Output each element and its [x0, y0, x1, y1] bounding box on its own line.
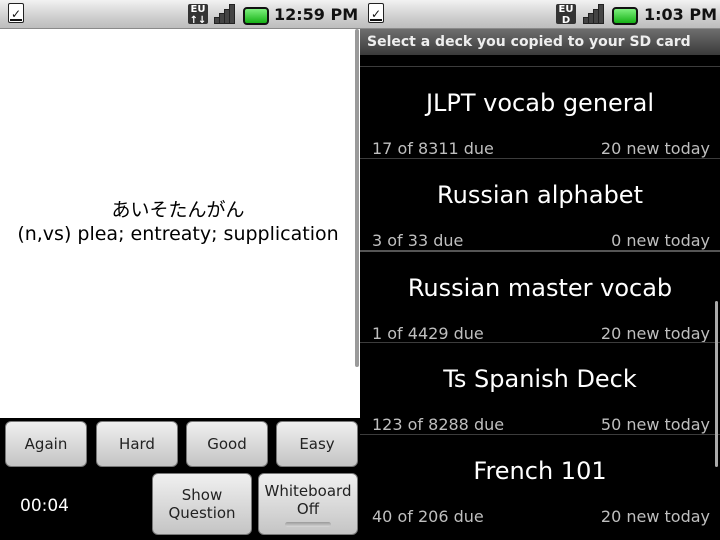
good-button[interactable]: Good	[186, 421, 268, 467]
deck-due-count: 17 of 8311 due	[372, 139, 494, 158]
deck-due-count: 3 of 33 due	[372, 231, 464, 250]
eu-sub-label: D	[561, 15, 571, 26]
deck-item[interactable]: Russian master vocab 1 of 4429 due 20 ne…	[360, 250, 720, 343]
again-button[interactable]: Again	[5, 421, 87, 467]
deck-name: Russian alphabet	[437, 181, 643, 209]
deck-new-count: 20 new today	[600, 324, 710, 343]
clock: 1:03 PM	[644, 5, 718, 24]
signal-icon	[214, 4, 236, 24]
whiteboard-toggle-button[interactable]: Whiteboard Off	[258, 473, 358, 535]
deck-list[interactable]: JLPT vocab general 17 of 8311 due 20 new…	[360, 55, 720, 540]
card-question: あいそたんがん	[111, 199, 245, 221]
show-question-label-line1: Show	[181, 486, 223, 504]
notification-download-icon: ✓	[368, 3, 384, 23]
status-bar: ✓ EU D 1:03 PM	[360, 0, 720, 29]
deck-item[interactable]: French 101 40 of 206 due 20 new today	[360, 434, 720, 526]
battery-icon	[612, 7, 638, 25]
deck-new-count: 20 new today	[600, 507, 710, 526]
eu-label: EU	[190, 4, 206, 15]
hard-button[interactable]: Hard	[96, 421, 178, 467]
flashcard[interactable]: あいそたんがん (n,vs) plea; entreaty; supplicat…	[0, 29, 360, 418]
deck-name: French 101	[473, 457, 607, 485]
signal-icon	[583, 4, 605, 24]
eu-network-icon: EU ↑↓	[188, 4, 208, 26]
deck-name: Ts Spanish Deck	[443, 365, 637, 393]
deck-item[interactable]: Russian alphabet 3 of 33 due 0 new today	[360, 158, 720, 250]
easy-button[interactable]: Easy	[276, 421, 358, 467]
deck-item[interactable]: JLPT vocab general 17 of 8311 due 20 new…	[360, 66, 720, 158]
list-scrollbar[interactable]	[715, 301, 718, 467]
show-question-label-line2: Question	[168, 504, 236, 522]
whiteboard-state: Off	[296, 499, 320, 518]
eu-label: EU	[558, 4, 574, 15]
status-bar: ✓ EU ↑↓ 12:59 PM	[0, 0, 360, 29]
deck-new-count: 20 new today	[600, 139, 710, 158]
deck-due-count: 123 of 8288 due	[372, 415, 505, 434]
clock: 12:59 PM	[274, 5, 359, 24]
deck-due-count: 40 of 206 due	[372, 507, 484, 526]
dialog-title: Select a deck you copied to your SD card	[360, 29, 720, 55]
deck-due-count: 1 of 4429 due	[372, 324, 484, 343]
deck-new-count: 50 new today	[600, 415, 710, 434]
deck-item[interactable]: Ts Spanish Deck 123 of 8288 due 50 new t…	[360, 342, 720, 434]
deck-name: JLPT vocab general	[425, 89, 655, 117]
elapsed-timer: 00:04	[20, 496, 69, 516]
deck-name: Russian master vocab	[407, 274, 673, 302]
study-screen: ✓ EU ↑↓ 12:59 PM あいそたんがん (n,vs) plea; en…	[0, 0, 360, 540]
card-answer: (n,vs) plea; entreaty; supplication	[17, 223, 339, 245]
whiteboard-label: Whiteboard	[264, 481, 352, 500]
eu-sub-label: ↑↓	[189, 15, 207, 26]
deck-new-count: 0 new today	[611, 231, 710, 250]
eu-network-icon: EU D	[556, 4, 576, 26]
show-question-button[interactable]: Show Question	[152, 473, 252, 535]
battery-icon	[243, 7, 269, 25]
notification-download-icon: ✓	[8, 3, 24, 23]
toggle-indicator	[285, 521, 331, 527]
deck-picker-screen: ✓ EU D 1:03 PM Select a deck you copied …	[360, 0, 720, 540]
